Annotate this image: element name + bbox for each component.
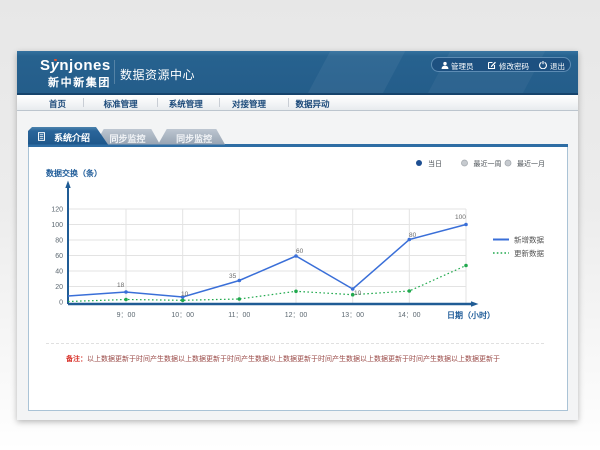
svg-text:日期（小时）: 日期（小时）: [447, 310, 495, 320]
svg-text:更新数据: 更新数据: [514, 248, 544, 258]
svg-text:100: 100: [51, 222, 63, 229]
svg-text:20: 20: [55, 284, 63, 291]
svg-text:10: 10: [354, 290, 362, 297]
svg-text:100: 100: [455, 214, 466, 221]
svg-text:18: 18: [117, 282, 125, 289]
svg-text:数据交换（条）: 数据交换（条）: [46, 168, 102, 178]
svg-text:11：00: 11：00: [228, 312, 250, 319]
svg-text:0: 0: [59, 300, 63, 307]
svg-text:120: 120: [51, 207, 63, 214]
svg-text:13：00: 13：00: [341, 312, 364, 319]
svg-text:最近一周: 最近一周: [474, 159, 502, 168]
svg-text:10：00: 10：00: [171, 312, 194, 319]
svg-text:60: 60: [296, 248, 304, 255]
svg-text:35: 35: [229, 273, 237, 280]
svg-text:当日: 当日: [428, 159, 442, 168]
svg-text:80: 80: [55, 238, 63, 245]
svg-text:14：00: 14：00: [398, 312, 421, 319]
svg-text:60: 60: [55, 253, 63, 260]
svg-text:40: 40: [55, 269, 63, 276]
svg-text:12：00: 12：00: [285, 312, 308, 319]
svg-text:新增数据: 新增数据: [514, 235, 544, 245]
svg-text:80: 80: [409, 232, 417, 239]
svg-text:9：00: 9：00: [117, 312, 136, 319]
svg-text:10: 10: [181, 291, 189, 298]
svg-text:最近一月: 最近一月: [517, 159, 545, 168]
